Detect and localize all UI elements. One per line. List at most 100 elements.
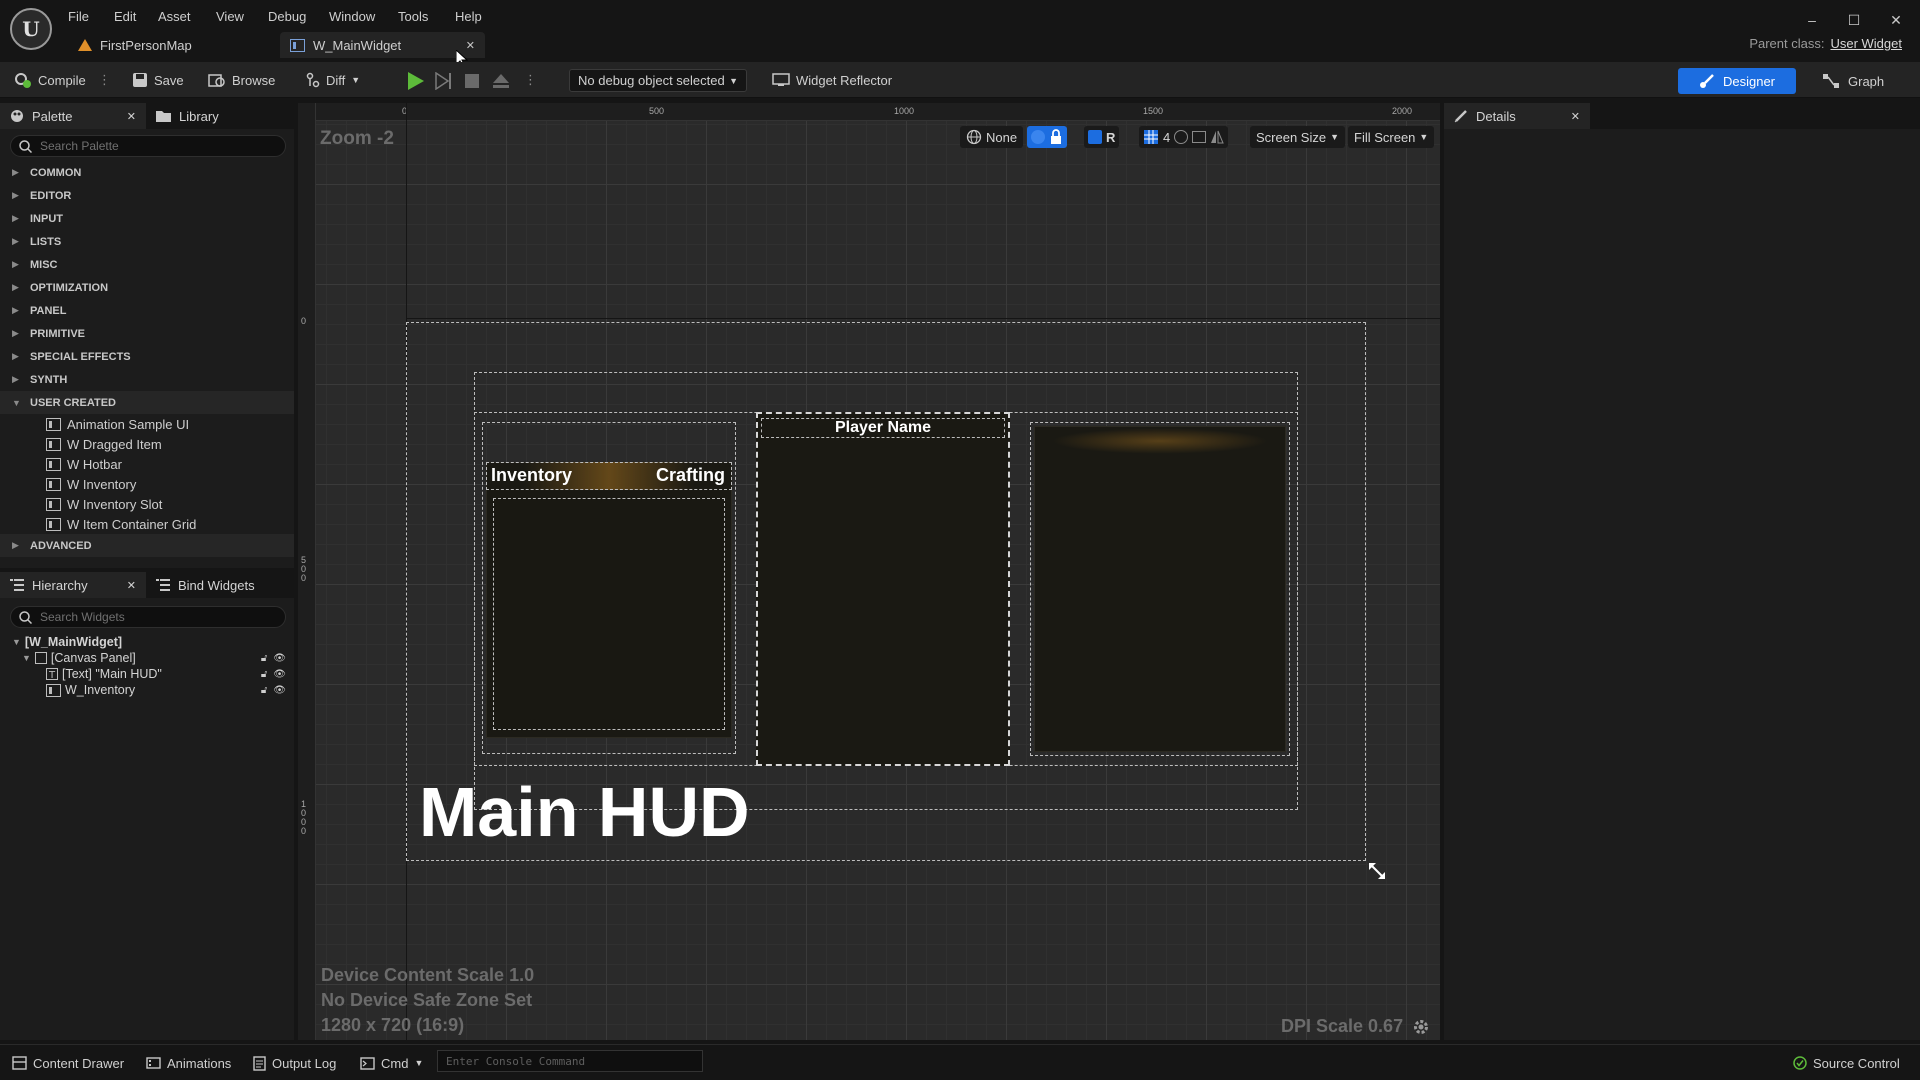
grid-icon[interactable] bbox=[1143, 129, 1159, 145]
graph-icon bbox=[1823, 74, 1839, 88]
menu-tools[interactable]: Tools bbox=[398, 6, 428, 26]
eye-icon[interactable]: 👁︎ bbox=[273, 669, 286, 680]
play-icon[interactable] bbox=[404, 70, 426, 92]
palette-item-animation-sample-ui[interactable]: Animation Sample UI bbox=[0, 414, 294, 434]
category-advanced[interactable]: ▶ ADVANCED bbox=[0, 534, 294, 557]
compile-button[interactable]: Compile bbox=[14, 68, 86, 92]
menu-help[interactable]: Help bbox=[455, 6, 482, 26]
palette-search-input[interactable]: Search Palette bbox=[10, 135, 286, 157]
tab-details[interactable]: Details ✕ bbox=[1444, 103, 1590, 129]
tree-item-root[interactable]: ▼ [W_MainWidget] bbox=[0, 634, 294, 650]
category-primitive[interactable]: ▶ PRIMITIVE bbox=[0, 322, 294, 345]
compile-options-icon[interactable]: ⋮ bbox=[98, 68, 111, 92]
menu-debug[interactable]: Debug bbox=[268, 6, 306, 26]
browse-button[interactable]: Browse bbox=[208, 68, 275, 92]
stop-icon[interactable] bbox=[464, 73, 480, 89]
screen-size-dropdown[interactable]: Screen Size ▼ bbox=[1250, 126, 1346, 148]
step-icon[interactable] bbox=[434, 72, 452, 90]
close-tab-icon[interactable]: ✕ bbox=[127, 110, 136, 123]
gear-icon[interactable] bbox=[1412, 1018, 1430, 1036]
unreal-logo-icon[interactable]: U bbox=[10, 8, 52, 50]
content-drawer-button[interactable]: Content Drawer bbox=[12, 1052, 124, 1074]
maximize-button[interactable]: ☐ bbox=[1842, 10, 1866, 30]
console-input[interactable]: Enter Console Command bbox=[437, 1050, 703, 1072]
graph-button[interactable]: Graph bbox=[1822, 68, 1884, 94]
tab-palette[interactable]: Palette ✕ bbox=[0, 103, 146, 129]
palette-item-w-inventory[interactable]: W Inventory bbox=[0, 474, 294, 494]
source-control-button[interactable]: Source Control bbox=[1793, 1052, 1900, 1074]
grid-snap-group[interactable]: 4 bbox=[1139, 126, 1229, 148]
layout-icon[interactable] bbox=[1088, 130, 1102, 144]
equipment-panel[interactable] bbox=[1034, 426, 1286, 752]
image-icon[interactable] bbox=[1192, 131, 1207, 143]
eye-icon[interactable]: 👁︎ bbox=[273, 653, 286, 664]
debug-object-select[interactable]: No debug object selected ▼ bbox=[569, 69, 747, 92]
palette-item-w-inventory-slot[interactable]: W Inventory Slot bbox=[0, 494, 294, 514]
animations-button[interactable]: Animations bbox=[146, 1052, 231, 1074]
tab-firstpersonmap[interactable]: FirstPersonMap bbox=[68, 33, 202, 57]
menu-window[interactable]: Window bbox=[329, 6, 375, 26]
category-synth[interactable]: ▶ SYNTH bbox=[0, 368, 294, 391]
lock-icon[interactable]: 🔓︎ bbox=[261, 685, 267, 696]
palette-item-w-hotbar[interactable]: W Hotbar bbox=[0, 454, 294, 474]
palette-item-w-item-container-grid[interactable]: W Item Container Grid bbox=[0, 514, 294, 534]
menu-asset[interactable]: Asset bbox=[158, 6, 191, 26]
lock-icon[interactable] bbox=[1049, 129, 1063, 145]
widget-reflector-button[interactable]: Widget Reflector bbox=[772, 68, 892, 92]
minimize-button[interactable]: – bbox=[1800, 10, 1824, 30]
localization-preview-button[interactable]: None bbox=[960, 126, 1024, 148]
play-options-icon[interactable]: ⋮ bbox=[524, 68, 537, 92]
tree-item-text-main-hud[interactable]: T [Text] "Main HUD" 🔓︎ 👁︎ bbox=[0, 666, 294, 682]
pointer-icon[interactable] bbox=[1174, 130, 1189, 144]
close-tab-icon[interactable]: ✕ bbox=[1571, 110, 1580, 123]
category-optimization[interactable]: ▶ OPTIMIZATION bbox=[0, 276, 294, 299]
category-special-effects[interactable]: ▶ SPECIAL EFFECTS bbox=[0, 345, 294, 368]
category-lists[interactable]: ▶ LISTS bbox=[0, 230, 294, 253]
grid-size-label[interactable]: 4 bbox=[1163, 130, 1170, 145]
hierarchy-search-input[interactable]: Search Widgets bbox=[10, 606, 286, 628]
fill-screen-dropdown[interactable]: Fill Screen ▼ bbox=[1348, 126, 1435, 148]
output-log-button[interactable]: Output Log bbox=[253, 1052, 336, 1074]
tree-item-w-inventory[interactable]: W_Inventory 🔓︎ 👁︎ bbox=[0, 682, 294, 698]
eject-icon[interactable] bbox=[492, 72, 510, 90]
close-window-button[interactable]: ✕ bbox=[1884, 10, 1908, 30]
crafting-title[interactable]: Crafting bbox=[656, 465, 725, 486]
menu-file[interactable]: File bbox=[68, 6, 89, 26]
menu-view[interactable]: View bbox=[216, 6, 244, 26]
item-container-grid[interactable] bbox=[493, 498, 725, 730]
category-input[interactable]: ▶ INPUT bbox=[0, 207, 294, 230]
designer-button[interactable]: Designer bbox=[1678, 68, 1796, 94]
resize-handle-icon[interactable] bbox=[1368, 862, 1386, 880]
tab-w-mainwidget[interactable]: W_MainWidget ✕ bbox=[280, 32, 485, 58]
close-tab-icon[interactable]: ✕ bbox=[127, 579, 136, 592]
respect-locks-label[interactable]: R bbox=[1106, 130, 1115, 145]
main-hud-text[interactable]: Main HUD bbox=[419, 772, 750, 852]
palette-item-w-dragged-item[interactable]: W Dragged Item bbox=[0, 434, 294, 454]
lock-icon[interactable]: 🔓︎ bbox=[261, 669, 267, 680]
eye-icon[interactable]: 👁︎ bbox=[273, 685, 286, 696]
tab-hierarchy[interactable]: Hierarchy ✕ bbox=[0, 572, 146, 598]
cmd-dropdown[interactable]: Cmd ▼ bbox=[360, 1052, 423, 1074]
lock-icon[interactable]: 🔓︎ bbox=[261, 653, 267, 664]
category-editor[interactable]: ▶ EDITOR bbox=[0, 184, 294, 207]
mirror-icon[interactable] bbox=[1210, 130, 1224, 144]
category-common[interactable]: ▶ COMMON bbox=[0, 161, 294, 184]
lock-visibility-icons[interactable]: 🔓︎ 👁︎ bbox=[261, 685, 286, 696]
category-user-created[interactable]: ▼ USER CREATED bbox=[0, 391, 294, 414]
text-widget-icon: T bbox=[46, 668, 58, 680]
category-panel[interactable]: ▶ PANEL bbox=[0, 299, 294, 322]
lock-visibility-icons[interactable]: 🔓︎ 👁︎ bbox=[261, 653, 286, 664]
save-button[interactable]: Save bbox=[132, 68, 184, 92]
lock-toggle-group[interactable] bbox=[1027, 126, 1067, 148]
lock-visibility-icons[interactable]: 🔓︎ 👁︎ bbox=[261, 669, 286, 680]
tab-bind-widgets[interactable]: Bind Widgets bbox=[146, 572, 286, 598]
respect-locks-group[interactable]: R bbox=[1084, 126, 1120, 148]
diff-button[interactable]: Diff ▼ bbox=[306, 68, 360, 92]
menu-edit[interactable]: Edit bbox=[114, 6, 136, 26]
tree-item-canvas-panel[interactable]: ▼ [Canvas Panel] 🔓︎ 👁︎ bbox=[0, 650, 294, 666]
category-misc[interactable]: ▶ MISC bbox=[0, 253, 294, 276]
globe-small-icon[interactable] bbox=[1031, 130, 1045, 144]
tab-library[interactable]: Library bbox=[146, 103, 286, 129]
parent-class-link[interactable]: User Widget bbox=[1830, 36, 1902, 51]
player-panel[interactable] bbox=[756, 412, 1010, 766]
